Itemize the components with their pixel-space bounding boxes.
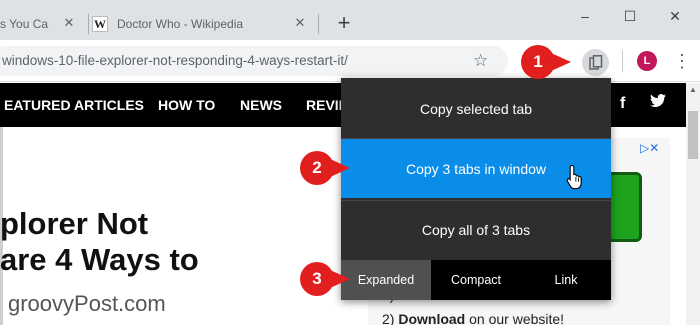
article-headline: plorer Not are 4 Ways to: [0, 206, 199, 278]
maximize-button[interactable]: ☐: [615, 4, 645, 28]
tab-2-title: Doctor Who - Wikipedia: [117, 17, 244, 31]
clipboard-copy-icon: [588, 54, 602, 70]
nav-item-featured-articles[interactable]: EATURED ARTICLES: [4, 97, 144, 113]
callout-2-badge: 2: [300, 151, 334, 185]
hand-pointer-cursor-icon: [566, 164, 582, 190]
nav-item-news[interactable]: NEWS: [240, 97, 282, 113]
callout-3-badge: 3: [300, 262, 334, 296]
tab-2[interactable]: W Doctor Who - Wikipedia: [92, 8, 314, 40]
copy-selected-tab-button[interactable]: Copy selected tab: [341, 80, 611, 139]
watermark: groovyPost.com: [8, 291, 166, 316]
browser-menu-icon[interactable]: ⋮: [673, 49, 691, 73]
tab-separator: [318, 14, 319, 34]
copy-all-tabs-button[interactable]: Copy all of 3 tabs: [341, 200, 611, 259]
page-scrollbar[interactable]: ▲: [686, 83, 700, 325]
minimize-button[interactable]: –: [570, 4, 600, 28]
toolbar-separator: [622, 50, 623, 72]
tab-1-close-icon[interactable]: ✕: [63, 16, 75, 29]
headline-line-1: plorer Not: [0, 206, 149, 241]
wikipedia-favicon-icon: W: [92, 16, 108, 32]
callout-1-badge: 1: [521, 45, 555, 79]
scrollbar-thumb[interactable]: [688, 111, 698, 159]
nav-item-how-to[interactable]: HOW TO: [158, 97, 215, 113]
format-mode-tabs: Expanded Compact Link: [341, 260, 611, 300]
twitter-icon[interactable]: [650, 94, 666, 113]
mode-tab-expanded[interactable]: Expanded: [341, 260, 431, 300]
address-bar[interactable]: windows-10-file-explorer-not-responding-…: [0, 46, 508, 76]
tab-separator: [88, 14, 89, 34]
url-text: windows-10-file-explorer-not-responding-…: [2, 53, 348, 68]
copy-tabs-extension-button[interactable]: [582, 49, 609, 76]
ad-choices-icon[interactable]: ▷✕: [640, 141, 659, 155]
tab-strip: s You Ca ✕ W Doctor Who - Wikipedia ✕ + …: [0, 0, 700, 40]
tab-2-close-icon[interactable]: ✕: [294, 16, 306, 29]
close-window-button[interactable]: ✕: [660, 4, 690, 28]
ad-graphic[interactable]: [606, 172, 642, 242]
headline-line-2: are 4 Ways to: [0, 242, 199, 277]
step-2: 2) Download on our website!: [382, 311, 565, 325]
new-tab-button[interactable]: +: [334, 12, 354, 36]
scroll-up-arrow-icon[interactable]: ▲: [686, 85, 700, 97]
profile-avatar[interactable]: L: [637, 51, 657, 71]
facebook-icon[interactable]: f: [620, 95, 625, 113]
mode-tab-compact[interactable]: Compact: [431, 260, 521, 300]
mode-tab-link[interactable]: Link: [521, 260, 611, 300]
tab-1-title: s You Ca: [0, 17, 49, 31]
bookmark-star-icon[interactable]: ☆: [473, 51, 488, 71]
